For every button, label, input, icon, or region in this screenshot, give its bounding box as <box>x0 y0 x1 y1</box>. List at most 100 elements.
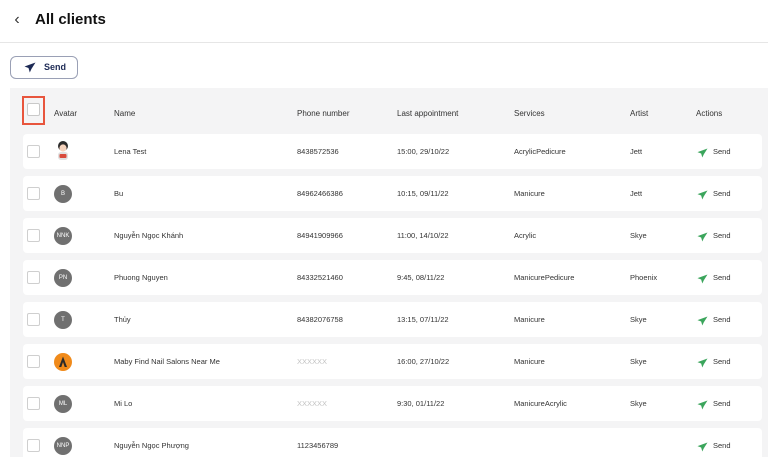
col-artist: Artist <box>630 109 649 118</box>
row-checkbox[interactable] <box>27 397 40 410</box>
row-checkbox[interactable] <box>27 355 40 368</box>
client-name: Nguyễn Ngọc Phượng <box>114 441 189 450</box>
avatar: NNP <box>54 437 72 455</box>
row-send-button[interactable]: Send <box>697 187 731 205</box>
client-name: Phuong Nguyen <box>114 273 168 282</box>
paper-plane-icon <box>697 442 708 452</box>
services: Acrylic <box>514 231 537 240</box>
artist: Jett <box>630 189 643 198</box>
table-row[interactable]: NNK Nguyễn Ngọc Khánh 84941909966 11:00, 14… <box>23 218 762 253</box>
row-send-label: Send <box>713 315 731 324</box>
col-phone: Phone number <box>297 109 350 118</box>
client-name: Nguyễn Ngọc Khánh <box>114 231 184 240</box>
row-send-label: Send <box>713 189 731 198</box>
phone-number: 84332521460 <box>297 273 343 282</box>
col-last-appointment: Last appointment <box>397 109 459 118</box>
send-button[interactable]: Send <box>10 56 78 79</box>
artist: Skye <box>630 399 647 408</box>
paper-plane-icon <box>697 190 708 200</box>
row-checkbox[interactable] <box>27 229 40 242</box>
phone-number: 84962466386 <box>297 189 343 198</box>
row-send-button[interactable]: Send <box>697 313 731 331</box>
table-row[interactable]: Maby Find Nail Salons Near Me XXXXXX 16:00… <box>23 344 762 379</box>
table-row[interactable]: T Thủy 84382076758 13:15, 07/11/22 Manicure S… <box>23 302 762 337</box>
last-appointment: 10:15, 09/11/22 <box>397 189 449 198</box>
row-send-label: Send <box>713 273 731 282</box>
row-send-label: Send <box>713 357 731 366</box>
phone-number: 8438572536 <box>297 147 339 156</box>
avatar: ML <box>54 395 72 413</box>
client-name: Lena Test <box>114 147 147 156</box>
page-header: ‹ All clients <box>0 0 768 43</box>
last-appointment: 9:30, 01/11/22 <box>397 399 445 408</box>
clients-table: Avatar Name Phone number Last appointmen… <box>10 88 768 463</box>
services: ManicurePedicure <box>514 273 575 282</box>
artist: Jett <box>630 147 643 156</box>
artist: Phoenix <box>630 273 658 282</box>
table-row[interactable]: Lena Test 8438572536 15:00, 29/10/22 Acryli… <box>23 134 762 169</box>
avatar <box>54 353 72 371</box>
table-header-row: Avatar Name Phone number Last appointmen… <box>10 88 768 134</box>
send-button-label: Send <box>44 62 67 72</box>
services: Manicure <box>514 189 545 198</box>
phone-number: 84941909966 <box>297 231 343 240</box>
client-name: Thủy <box>114 315 131 324</box>
last-appointment: 11:00, 14/10/22 <box>397 231 449 240</box>
last-appointment: 9:45, 08/11/22 <box>397 273 445 282</box>
client-name: Bu <box>114 189 124 198</box>
table-row[interactable]: NNP Nguyễn Ngọc Phượng 1123456789 Send <box>23 428 762 463</box>
paper-plane-icon <box>697 358 708 368</box>
row-checkbox[interactable] <box>27 439 40 452</box>
col-services: Services <box>514 109 545 118</box>
paper-plane-icon <box>697 274 708 284</box>
last-appointment: 15:00, 29/10/22 <box>397 147 450 156</box>
services: Manicure <box>514 315 545 324</box>
avatar: T <box>54 311 72 329</box>
chevron-left-icon[interactable]: ‹ <box>10 10 24 30</box>
page-title: All clients <box>35 11 106 28</box>
table-row[interactable]: PN Phuong Nguyen 84332521460 9:45, 08/11/22… <box>23 260 762 295</box>
row-checkbox[interactable] <box>27 271 40 284</box>
paper-plane-icon <box>697 232 708 242</box>
row-send-button[interactable]: Send <box>697 145 731 163</box>
avatar: PN <box>54 269 72 287</box>
table-row[interactable]: B Bu 84962466386 10:15, 09/11/22 Manicure Jet… <box>23 176 762 211</box>
paper-plane-icon <box>697 316 708 326</box>
phone-number: XXXXXX <box>297 357 328 366</box>
artist: Skye <box>630 357 647 366</box>
row-send-button[interactable]: Send <box>697 271 731 289</box>
paper-plane-icon <box>697 148 708 158</box>
services: ManicureAcrylic <box>514 399 567 408</box>
paper-plane-icon <box>697 400 708 410</box>
row-send-button[interactable]: Send <box>697 397 731 415</box>
services: Manicure <box>514 357 545 366</box>
row-checkbox[interactable] <box>27 313 40 326</box>
artist: Skye <box>630 315 647 324</box>
phone-number: 1123456789 <box>297 441 339 450</box>
row-send-label: Send <box>713 399 731 408</box>
col-actions: Actions <box>696 109 723 118</box>
select-all-checkbox[interactable] <box>27 103 40 116</box>
row-send-button[interactable]: Send <box>697 229 731 247</box>
phone-number: 84382076758 <box>297 315 343 324</box>
col-name: Name <box>114 109 136 118</box>
last-appointment: 13:15, 07/11/22 <box>397 315 449 324</box>
last-appointment: 16:00, 27/10/22 <box>397 357 450 366</box>
row-checkbox[interactable] <box>27 187 40 200</box>
paper-plane-icon <box>24 62 36 73</box>
row-send-label: Send <box>713 441 731 450</box>
row-send-label: Send <box>713 147 731 156</box>
row-send-button[interactable]: Send <box>697 355 731 373</box>
table-row[interactable]: ML Mi Lo XXXXXX 9:30, 01/11/22 ManicureAcryl… <box>23 386 762 421</box>
col-avatar: Avatar <box>54 109 77 118</box>
client-name: Maby Find Nail Salons Near Me <box>114 357 220 366</box>
avatar: B <box>54 185 72 203</box>
row-send-label: Send <box>713 231 731 240</box>
artist: Skye <box>630 231 647 240</box>
row-send-button[interactable]: Send <box>697 439 731 457</box>
services: AcrylicPedicure <box>514 147 566 156</box>
client-name: Mi Lo <box>114 399 133 408</box>
avatar <box>58 141 68 160</box>
avatar: NNK <box>54 227 72 245</box>
row-checkbox[interactable] <box>27 145 40 158</box>
